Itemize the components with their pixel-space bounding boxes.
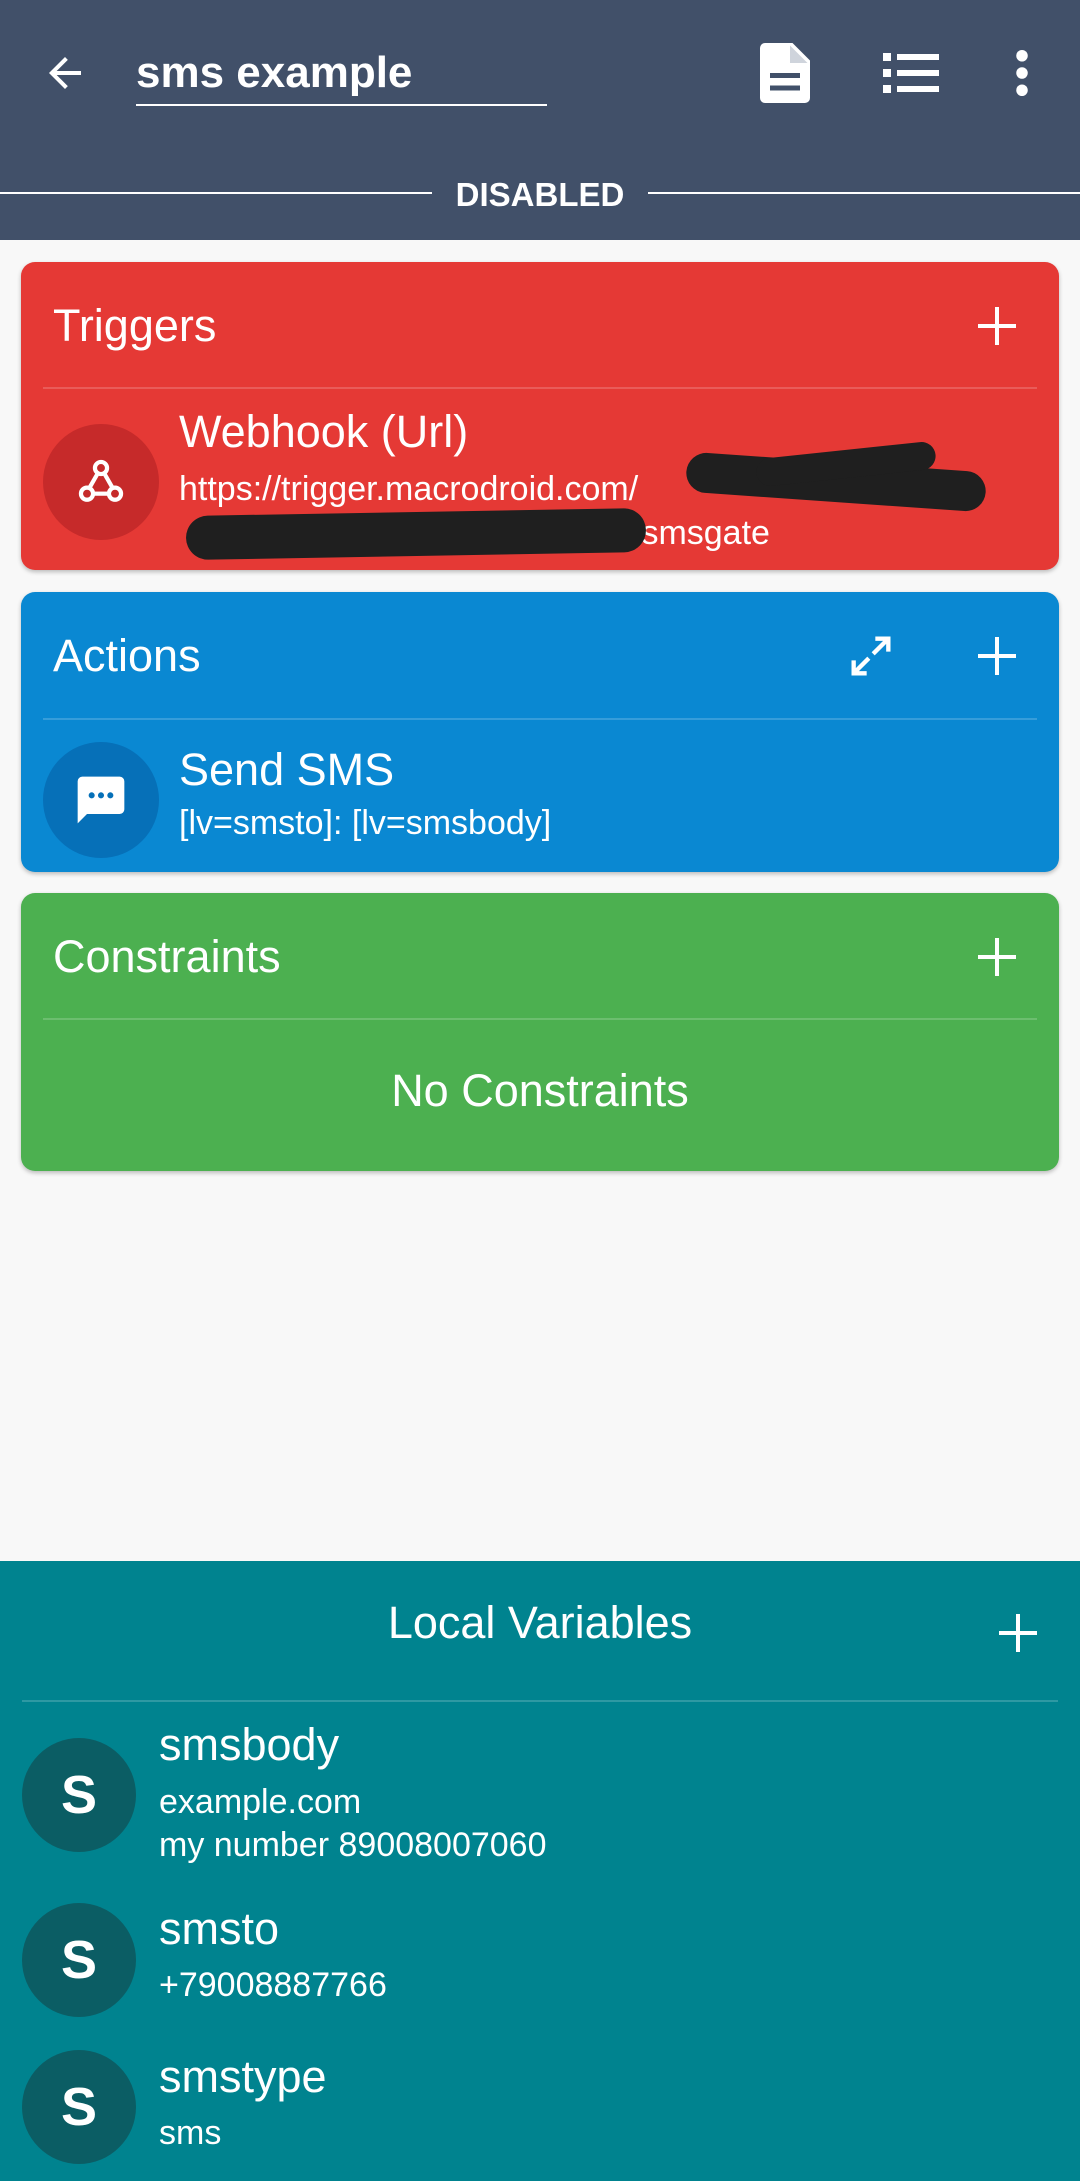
- plus-icon: [978, 637, 1016, 675]
- plus-icon: [978, 307, 1016, 345]
- redaction-mark: [185, 507, 647, 561]
- trigger-item-title: Webhook (Url): [179, 406, 469, 457]
- macro-name-text: sms example: [136, 48, 413, 97]
- status-label: DISABLED: [435, 176, 645, 213]
- add-trigger-button[interactable]: [961, 290, 1033, 362]
- plus-icon: [999, 1614, 1037, 1652]
- variable-type-avatar: S: [22, 2050, 136, 2164]
- triggers-divider: [43, 387, 1037, 389]
- list-button[interactable]: [876, 38, 946, 108]
- actions-title: Actions: [53, 630, 201, 681]
- back-button[interactable]: [34, 38, 96, 108]
- message-icon: [77, 776, 125, 824]
- back-arrow-icon: [49, 57, 81, 89]
- variable-value-line: example.com: [159, 1783, 362, 1821]
- constraints-title: Constraints: [53, 931, 281, 982]
- variable-value-line: +79008887766: [159, 1966, 387, 2004]
- action-icon-circle: [43, 742, 159, 858]
- expand-actions-button[interactable]: [835, 620, 907, 692]
- top-app-bar: sms example DISABLED: [0, 0, 1080, 240]
- action-item-subtitle: [lv=smsto]: [lv=smsbody]: [179, 804, 552, 842]
- variable-type-avatar: S: [22, 1738, 136, 1852]
- trigger-item-url-line2: /smsgate: [632, 514, 770, 552]
- macro-status-row: DISABLED: [0, 168, 1080, 222]
- local-variables-divider: [22, 1700, 1058, 1702]
- action-item-title: Send SMS: [179, 744, 395, 795]
- webhook-icon: [78, 459, 124, 502]
- variable-value-line: sms: [159, 2114, 222, 2152]
- actions-divider: [43, 718, 1037, 720]
- document-icon: [760, 43, 810, 103]
- more-vert-icon: [1016, 50, 1028, 96]
- triggers-card: Triggers Webhook (Url) https://trigger.m…: [21, 262, 1059, 570]
- local-variables-title: Local Variables: [387, 1597, 693, 1648]
- variable-name: smsto: [159, 1903, 280, 1954]
- constraints-divider: [43, 1018, 1037, 1020]
- list-icon: [883, 53, 939, 93]
- more-options-button[interactable]: [987, 38, 1057, 108]
- trigger-icon-circle: [43, 424, 159, 540]
- no-constraints-text: No Constraints: [391, 1065, 689, 1116]
- variable-value-line: my number 89008007060: [159, 1826, 547, 1864]
- local-variables-panel: Local Variables S smsbody example.com my…: [0, 1561, 1080, 2181]
- trigger-item-url-line1: https://trigger.macrodroid.com/: [179, 470, 639, 508]
- add-constraint-button[interactable]: [961, 921, 1033, 993]
- add-local-variable-button[interactable]: [982, 1597, 1054, 1669]
- constraints-card: Constraints No Constraints: [21, 893, 1059, 1171]
- macro-name-field[interactable]: sms example: [136, 38, 547, 106]
- triggers-title: Triggers: [53, 300, 217, 351]
- variable-type-avatar: S: [22, 1903, 136, 2017]
- actions-card: Actions Send SMS [lv=smsto]: [lv=smsbody…: [21, 592, 1059, 872]
- variable-name: smstype: [159, 2051, 327, 2102]
- add-action-button[interactable]: [961, 620, 1033, 692]
- plus-icon: [978, 938, 1016, 976]
- description-button[interactable]: [750, 38, 820, 108]
- variable-name: smsbody: [159, 1719, 340, 1770]
- expand-icon: [851, 636, 891, 676]
